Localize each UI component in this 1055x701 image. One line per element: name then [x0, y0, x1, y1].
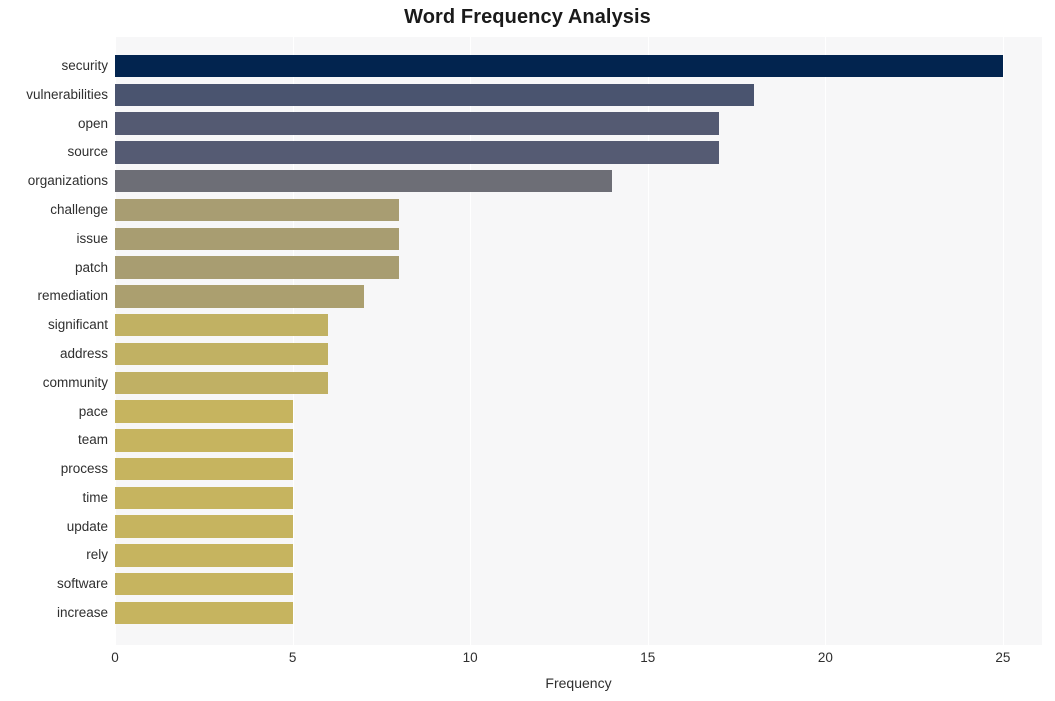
- bar-row: [115, 227, 1042, 251]
- bar-open: [115, 112, 719, 135]
- y-tick-label-significant: significant: [47, 317, 108, 333]
- bar-row: [115, 342, 1042, 366]
- y-tick-label-patch: patch: [74, 259, 108, 275]
- bar-patch: [115, 256, 400, 279]
- bar-row: [115, 256, 1042, 279]
- bar-issue: [115, 227, 400, 251]
- bar-row: [115, 313, 1042, 337]
- y-tick-label-address: address: [59, 345, 108, 361]
- bar-address: [115, 342, 329, 366]
- x-tick-label-10: 10: [462, 650, 478, 665]
- chart-figure: Word Frequency Analysis security vulnerab…: [0, 0, 1055, 701]
- y-tick-label-security: security: [61, 58, 108, 74]
- x-tick-label-5: 5: [288, 650, 297, 665]
- y-axis-tick-labels: security vulnerabilities open source organiz…: [0, 37, 108, 645]
- bar-row: [115, 400, 1042, 423]
- y-tick-label-issue: issue: [76, 230, 108, 246]
- x-tick-label-20: 20: [817, 650, 833, 665]
- y-tick-label-software: software: [56, 576, 108, 592]
- bar-row: [115, 198, 1042, 222]
- y-tick-label-rely: rely: [86, 547, 108, 563]
- bar-security: [115, 54, 1003, 78]
- x-axis-tick-labels: 0 5 10 15 20 25: [111, 650, 1042, 670]
- bar-source: [115, 141, 719, 164]
- bar-row: [115, 486, 1042, 510]
- bar-row: [115, 544, 1042, 567]
- x-tick-label-25: 25: [995, 650, 1011, 665]
- x-axis-label: Frequency: [545, 675, 612, 691]
- bar-rely: [115, 544, 293, 567]
- y-tick-label-challenge: challenge: [50, 202, 108, 217]
- y-tick-label-remediation: remediation: [37, 288, 108, 304]
- bar-row: [115, 285, 1042, 308]
- bar-process: [115, 457, 293, 481]
- y-tick-label-source: source: [67, 144, 108, 160]
- y-tick-label-vulnerabilities: vulnerabilities: [26, 86, 108, 102]
- y-tick-label-increase: increase: [56, 605, 108, 621]
- x-tick-label-0: 0: [111, 650, 119, 665]
- bar-challenge: [115, 198, 400, 222]
- bar-row: [115, 83, 1042, 107]
- x-tick-label-15: 15: [640, 650, 656, 665]
- plot-area: [115, 37, 1042, 645]
- bar-pace: [115, 400, 293, 423]
- bar-time: [115, 486, 293, 510]
- y-tick-label-time: time: [82, 489, 108, 505]
- bar-row: [115, 141, 1042, 164]
- y-tick-label-open: open: [77, 115, 108, 131]
- bar-row: [115, 371, 1042, 394]
- bar-update: [115, 515, 293, 538]
- bar-row: [115, 457, 1042, 481]
- bar-remediation: [115, 285, 364, 308]
- bar-vulnerabilities: [115, 83, 755, 107]
- bar-row: [115, 54, 1042, 78]
- chart-title: Word Frequency Analysis: [404, 6, 651, 28]
- bar-team: [115, 429, 293, 452]
- y-tick-label-update: update: [66, 518, 108, 534]
- y-tick-label-process: process: [60, 461, 108, 477]
- y-tick-label-team: team: [77, 432, 108, 448]
- bar-community: [115, 371, 329, 394]
- bar-row: [115, 429, 1042, 452]
- bars-layer: [115, 37, 1042, 645]
- bar-row: [115, 515, 1042, 538]
- bar-software: [115, 573, 293, 596]
- bar-row: [115, 601, 1042, 625]
- y-tick-label-community: community: [42, 374, 108, 390]
- bar-row: [115, 112, 1042, 135]
- bar-significant: [115, 313, 329, 337]
- y-tick-label-pace: pace: [78, 403, 108, 419]
- bar-organizations: [115, 170, 613, 193]
- bar-row: [115, 573, 1042, 596]
- bar-row: [115, 170, 1042, 193]
- y-tick-label-organizations: organizations: [27, 173, 108, 189]
- bar-increase: [115, 601, 293, 625]
